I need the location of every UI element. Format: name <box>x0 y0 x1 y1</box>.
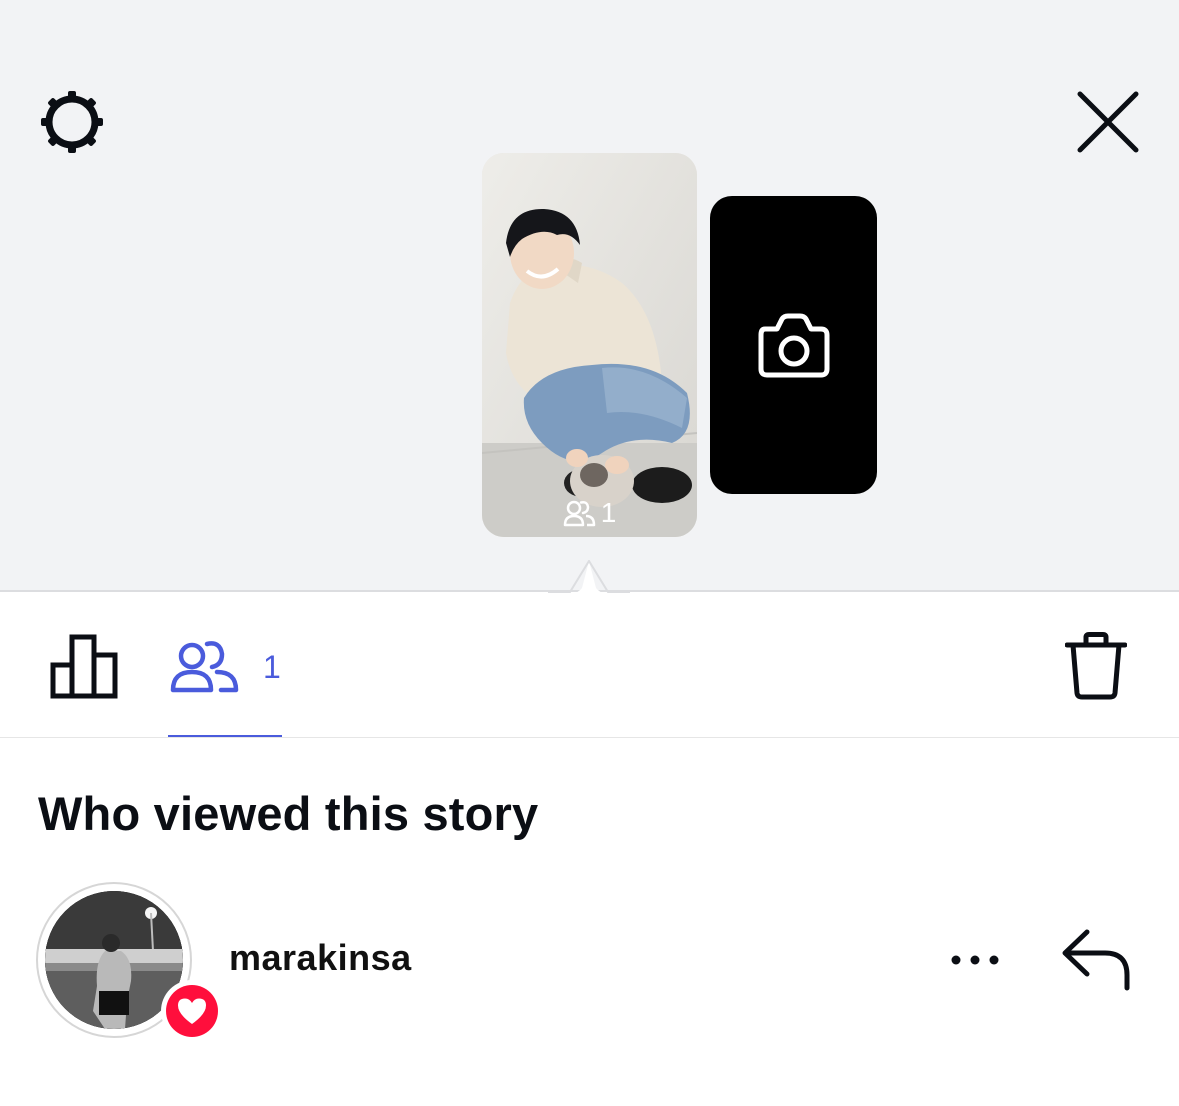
thumbnail-viewer-count-value: 1 <box>600 497 617 528</box>
more-horizontal-icon <box>951 955 999 965</box>
viewer-username[interactable]: marakinsa <box>229 936 412 980</box>
add-story-card[interactable] <box>710 196 877 494</box>
viewer-list-item[interactable]: marakinsa <box>0 876 1179 1046</box>
reaction-badge <box>161 980 223 1042</box>
story-tabs: 1 <box>0 594 1179 738</box>
story-photo <box>482 153 697 537</box>
camera-icon <box>758 313 829 378</box>
section-title: Who viewed this story <box>38 787 539 840</box>
settings-button[interactable] <box>34 84 110 160</box>
people-icon <box>170 641 239 693</box>
trash-icon <box>1065 632 1127 700</box>
viewer-more-button[interactable] <box>940 932 1010 988</box>
gear-icon <box>41 91 103 153</box>
people-icon <box>563 500 595 527</box>
delete-story-button[interactable] <box>1052 622 1140 710</box>
viewer-avatar-button[interactable] <box>36 882 223 1042</box>
tab-insights[interactable] <box>40 622 128 710</box>
tab-viewers[interactable]: 1 <box>168 622 282 710</box>
viewers-tab-count: 1 <box>263 649 281 685</box>
bar-chart-icon <box>50 634 118 699</box>
story-preview-area: 1 <box>0 0 1179 594</box>
heart-icon <box>178 998 206 1024</box>
close-button[interactable] <box>1070 84 1146 160</box>
story-thumbnail[interactable]: 1 <box>482 153 697 537</box>
reply-icon <box>1062 929 1130 991</box>
thumbnail-viewer-count: 1 <box>482 497 697 529</box>
selected-story-pointer <box>548 560 630 594</box>
active-tab-indicator <box>168 735 282 737</box>
reply-button[interactable] <box>1054 924 1138 996</box>
close-icon <box>1077 91 1139 153</box>
